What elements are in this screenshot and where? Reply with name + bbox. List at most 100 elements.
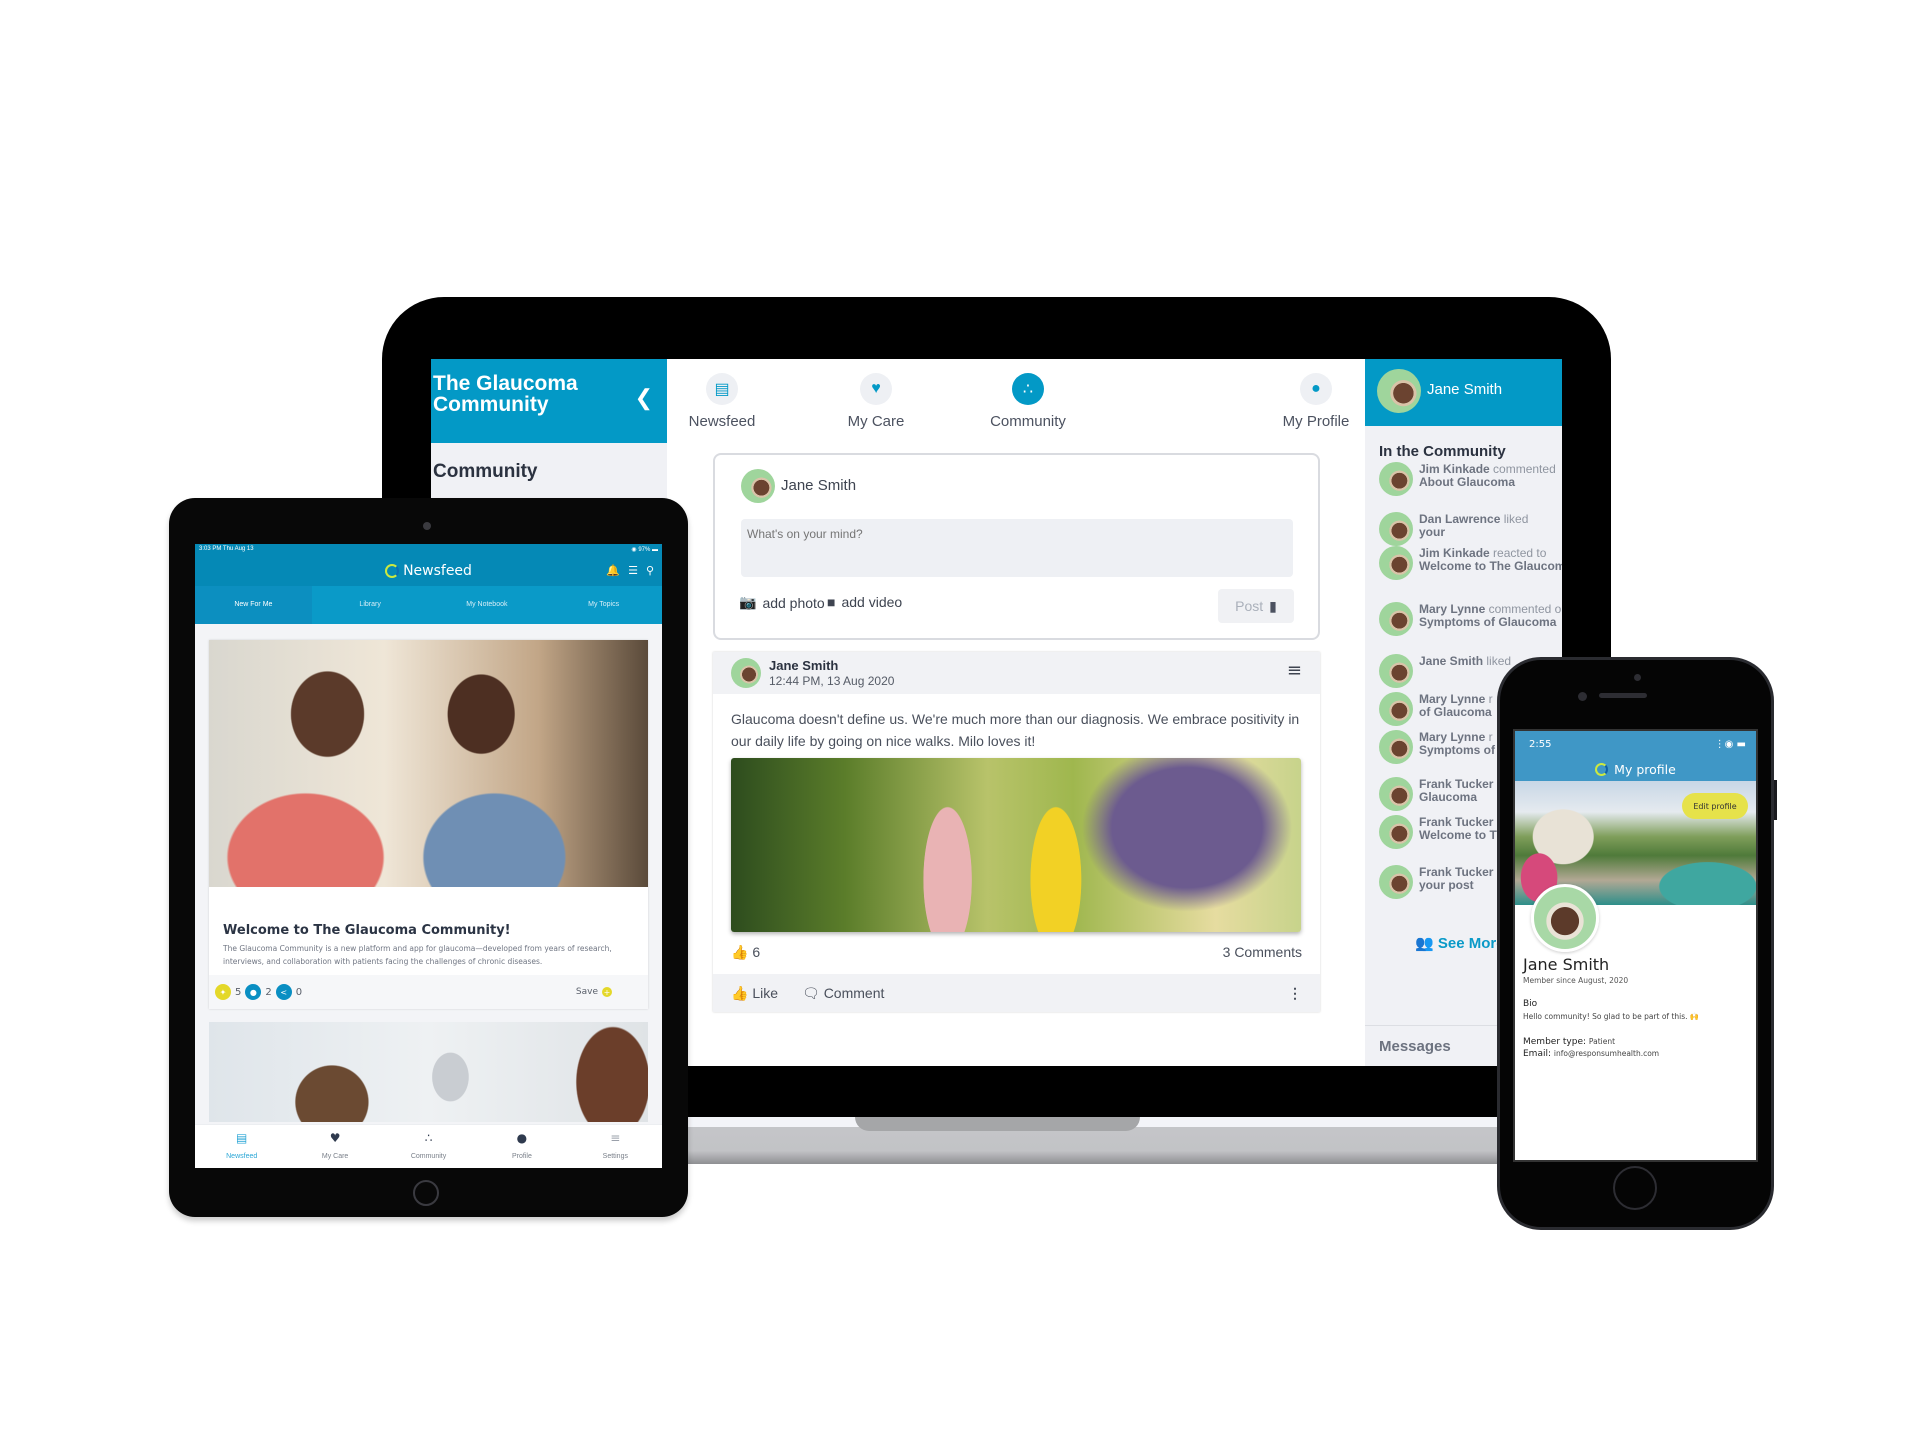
share-icon[interactable]: < <box>275 984 292 1000</box>
profile-name: Jane Smith <box>1523 955 1610 974</box>
avatar <box>1379 602 1413 636</box>
tab-new-for-me[interactable]: New For Me <box>195 586 312 624</box>
community-icon: ∴ <box>424 1131 433 1145</box>
comment-icon[interactable]: ● <box>245 984 262 1000</box>
email-row: Email: info@responsumhealth.com <box>1523 1049 1748 1059</box>
activity-action: liked <box>1486 654 1512 668</box>
post-image[interactable] <box>731 758 1301 932</box>
status-bar: 3:03 PM Thu Aug 13 ◉ 97% ▬ <box>195 544 662 556</box>
activity-text: Mary Lynne r Symptoms of <box>1419 731 1495 757</box>
email-value[interactable]: info@responsumhealth.com <box>1554 1049 1659 1058</box>
article-image <box>209 640 648 887</box>
activity-target: Glaucoma <box>1419 790 1478 804</box>
reaction-icon[interactable]: ✦ <box>215 984 231 1000</box>
like-count-value: 6 <box>752 944 761 960</box>
activity-text: Frank Tucker Glaucoma <box>1419 778 1493 804</box>
post-actions: 👍 Like 🗨 Comment ⋮ <box>713 974 1320 1012</box>
home-button[interactable] <box>1613 1166 1657 1210</box>
camera-icon: 📷 <box>739 594 757 610</box>
home-button[interactable] <box>413 1180 439 1206</box>
phone-frame: 2:55 ⋮◉ ▬ My profile Edit profile Jane S… <box>1497 657 1774 1230</box>
status-bar: 2:55 ⋮◉ ▬ <box>1515 731 1756 757</box>
nav-newsfeed[interactable]: ▤ Newsfeed <box>652 373 792 430</box>
bottom-nav-newsfeed[interactable]: ▤ Newsfeed <box>195 1125 288 1168</box>
avatar <box>1379 815 1413 849</box>
nav-my-care[interactable]: ♥ My Care <box>806 373 946 430</box>
add-video-button[interactable]: ■ add video <box>827 594 902 610</box>
search-icon[interactable]: ⚲ <box>646 564 654 577</box>
nav-label: My Profile <box>1282 413 1350 430</box>
chevron-left-icon[interactable]: ❮ <box>635 387 653 409</box>
post-button[interactable]: Post ▮ <box>1218 589 1294 623</box>
profile-details: Jane Smith Member since August, 2020 Bio… <box>1523 955 1748 1059</box>
comment-label: Comment <box>823 984 885 1001</box>
newspaper-icon: ▤ <box>236 1131 248 1145</box>
bottom-nav-community[interactable]: ∴ Community <box>382 1125 475 1168</box>
article-card-2-image[interactable] <box>209 1022 648 1122</box>
activity-target: your post <box>1419 878 1474 892</box>
bio-text: Hello community! So glad to be part of t… <box>1523 1012 1700 1021</box>
post-author[interactable]: Jane Smith <box>769 658 838 673</box>
tablet-screen: 3:03 PM Thu Aug 13 ◉ 97% ▬ Newsfeed 🔔 ☰ … <box>195 544 662 1168</box>
tab-bar: New For Me Library My Notebook My Topics <box>195 586 662 624</box>
post-header: Jane Smith 12:44 PM, 13 Aug 2020 ≡ <box>713 652 1320 694</box>
bottom-nav-profile[interactable]: ● Profile <box>475 1125 568 1168</box>
save-button[interactable]: Save + <box>576 987 612 997</box>
see-more-button[interactable]: 👥 See More <box>1415 934 1505 952</box>
bottom-nav: ▤ Newsfeed ♥ My Care ∴ Community ● Profile ≡… <box>195 1124 662 1168</box>
laptop-lip <box>684 1117 1610 1127</box>
activity-text: Jim Kinkade reacted to Welcome to The Gla… <box>1419 547 1562 573</box>
like-count[interactable]: 👍 6 <box>731 944 760 961</box>
activity-text: Mary Lynne commented on Symptoms of Glauc… <box>1419 603 1562 629</box>
activity-item[interactable]: Jim Kinkade commented About Glaucoma <box>1379 460 1562 500</box>
article-title: Welcome to The Glaucoma Community! <box>223 923 511 938</box>
bell-icon[interactable]: 🔔 <box>606 564 620 577</box>
article-summary: The Glaucoma Community is a new platform… <box>223 944 612 966</box>
bottom-nav-settings[interactable]: ≡ Settings <box>569 1125 662 1168</box>
heart-icon: ♥ <box>860 373 892 405</box>
phone-screen: 2:55 ⋮◉ ▬ My profile Edit profile Jane S… <box>1513 729 1758 1162</box>
user-header[interactable]: Jane Smith <box>1365 359 1562 426</box>
activity-item[interactable]: Jim Kinkade reacted to Welcome to The Gla… <box>1379 544 1562 584</box>
nav-label: Newsfeed <box>226 1153 258 1160</box>
article-footer: ✦ 5 ● 2 < 0 Save + <box>209 975 648 1009</box>
avatar <box>1377 369 1421 413</box>
post-menu-icon[interactable]: ≡ <box>1287 660 1302 681</box>
comment-count[interactable]: 3 Comments <box>1223 944 1302 961</box>
tab-my-notebook[interactable]: My Notebook <box>429 586 546 624</box>
more-options-icon[interactable]: ⋮ <box>1288 985 1302 1002</box>
avatar <box>1379 512 1413 546</box>
nav-community[interactable]: ∴ Community <box>958 373 1098 430</box>
newspaper-icon: ▤ <box>706 373 738 405</box>
bottom-nav-my-care[interactable]: ♥ My Care <box>288 1125 381 1168</box>
edit-profile-button[interactable]: Edit profile <box>1682 793 1748 819</box>
comment-button[interactable]: 🗨 Comment <box>802 985 884 1002</box>
activity-item[interactable]: Mary Lynne commented on Symptoms of Glauc… <box>1379 600 1562 640</box>
activity-target: Welcome to The Glaucoma Community! <box>1419 559 1562 573</box>
tab-library[interactable]: Library <box>312 586 429 624</box>
like-button[interactable]: 👍 Like <box>731 985 778 1002</box>
composer-user: Jane Smith <box>781 477 857 494</box>
avatar <box>1379 777 1413 811</box>
post-composer: Jane Smith 📷 add photo ■ add video Post … <box>713 453 1320 640</box>
bio-label: Bio <box>1523 999 1538 1009</box>
avatar <box>731 658 761 688</box>
tablet-header: Newsfeed 🔔 ☰ ⚲ <box>195 556 662 586</box>
chat-icon: ▮ <box>1269 597 1277 614</box>
comment-count: 2 <box>265 986 272 998</box>
top-nav: ▤ Newsfeed ♥ My Care ∴ Community ● My Pr… <box>667 359 1365 437</box>
share-count: 0 <box>295 986 303 998</box>
add-photo-label: add photo <box>762 594 825 611</box>
article-card[interactable]: Welcome to The Glaucoma Community! The G… <box>209 640 648 1009</box>
tab-my-topics[interactable]: My Topics <box>545 586 662 624</box>
profile-avatar[interactable] <box>1531 884 1599 952</box>
add-photo-button[interactable]: 📷 add photo <box>739 594 825 611</box>
thumbs-up-icon: 👍 <box>731 944 749 960</box>
activity-target: About Glaucoma <box>1419 475 1516 489</box>
app-logo-icon <box>385 564 400 578</box>
post-input[interactable] <box>741 519 1293 577</box>
sidebar-item-community[interactable]: Community <box>431 443 667 501</box>
list-icon[interactable]: ☰ <box>628 564 638 577</box>
activity-user: Jane Smith <box>1419 654 1484 668</box>
menu-icon: ≡ <box>610 1131 621 1145</box>
